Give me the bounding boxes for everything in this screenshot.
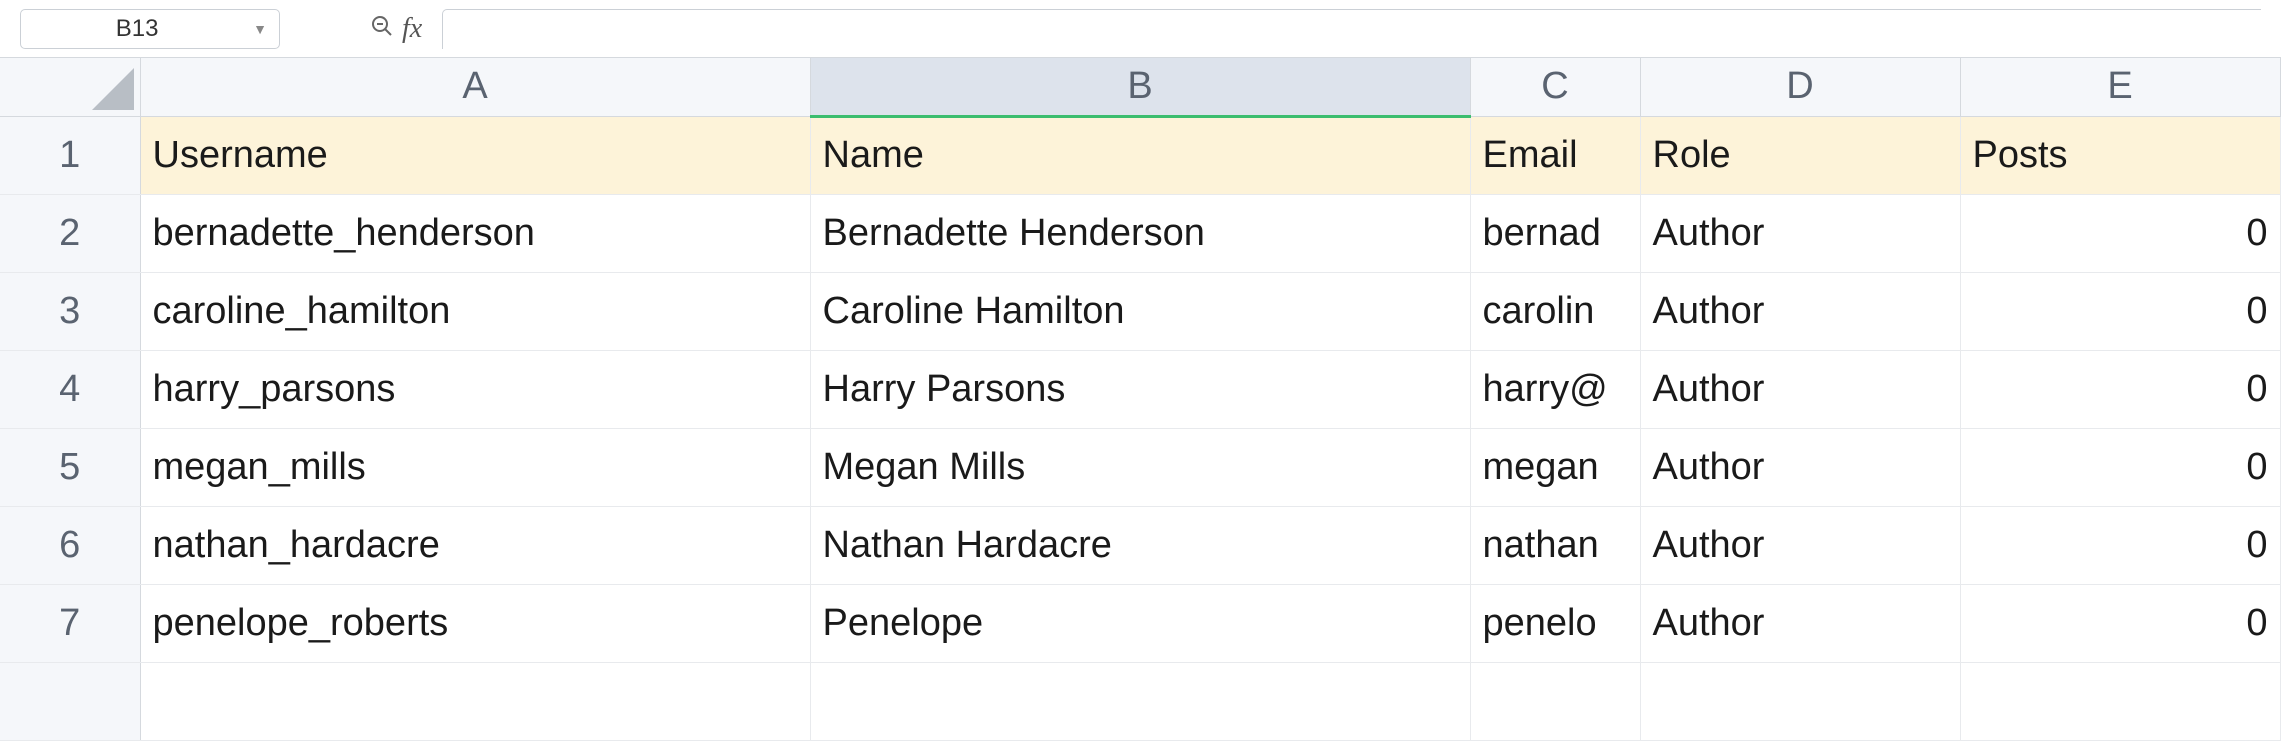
cell-B2[interactable]: Bernadette Henderson	[810, 194, 1470, 272]
cell-C7[interactable]: penelo	[1470, 584, 1640, 662]
cell-C1[interactable]: Email	[1470, 116, 1640, 194]
cell-A8[interactable]	[140, 662, 810, 740]
row-header-2[interactable]: 2	[0, 194, 140, 272]
cell-A1[interactable]: Username	[140, 116, 810, 194]
column-header-D[interactable]: D	[1640, 58, 1960, 116]
cell-E6[interactable]: 0	[1960, 506, 2280, 584]
cell-D6[interactable]: Author	[1640, 506, 1960, 584]
row-header-4[interactable]: 4	[0, 350, 140, 428]
cell-D4[interactable]: Author	[1640, 350, 1960, 428]
cell-B1[interactable]: Name	[810, 116, 1470, 194]
cell-A6[interactable]: nathan_hardacre	[140, 506, 810, 584]
cell-E3[interactable]: 0	[1960, 272, 2280, 350]
cell-B4[interactable]: Harry Parsons	[810, 350, 1470, 428]
cell-B7[interactable]: Penelope	[810, 584, 1470, 662]
cell-reference-text: B13	[21, 15, 253, 43]
cell-B3[interactable]: Caroline Hamilton	[810, 272, 1470, 350]
cell-B6[interactable]: Nathan Hardacre	[810, 506, 1470, 584]
cell-D7[interactable]: Author	[1640, 584, 1960, 662]
cell-C5[interactable]: megan	[1470, 428, 1640, 506]
cell-A4[interactable]: harry_parsons	[140, 350, 810, 428]
cell-E1[interactable]: Posts	[1960, 116, 2280, 194]
cell-C3[interactable]: carolin	[1470, 272, 1640, 350]
cell-C6[interactable]: nathan	[1470, 506, 1640, 584]
fx-label: fx	[402, 13, 422, 45]
cell-C8[interactable]	[1470, 662, 1640, 740]
cell-B5[interactable]: Megan Mills	[810, 428, 1470, 506]
cell-E5[interactable]: 0	[1960, 428, 2280, 506]
select-all-corner[interactable]	[0, 58, 140, 116]
spreadsheet-grid: A B C D E 1 Username Name Email Role Pos…	[0, 58, 2281, 741]
formula-bar: B13 ▼ fx	[0, 0, 2281, 58]
dropdown-arrow-icon[interactable]: ▼	[253, 21, 267, 37]
row-header-8[interactable]	[0, 662, 140, 740]
cell-E2[interactable]: 0	[1960, 194, 2280, 272]
cell-B8[interactable]	[810, 662, 1470, 740]
formula-input[interactable]	[442, 9, 2261, 49]
cell-A5[interactable]: megan_mills	[140, 428, 810, 506]
zoom-out-icon[interactable]	[370, 14, 394, 44]
cell-C2[interactable]: bernad	[1470, 194, 1640, 272]
cell-D1[interactable]: Role	[1640, 116, 1960, 194]
column-header-C[interactable]: C	[1470, 58, 1640, 116]
cell-E8[interactable]	[1960, 662, 2280, 740]
cell-A7[interactable]: penelope_roberts	[140, 584, 810, 662]
row-header-6[interactable]: 6	[0, 506, 140, 584]
cell-C4[interactable]: harry@	[1470, 350, 1640, 428]
cell-D3[interactable]: Author	[1640, 272, 1960, 350]
fx-group: fx	[370, 13, 422, 45]
column-header-B[interactable]: B	[810, 58, 1470, 116]
row-header-5[interactable]: 5	[0, 428, 140, 506]
cell-A3[interactable]: caroline_hamilton	[140, 272, 810, 350]
row-header-3[interactable]: 3	[0, 272, 140, 350]
cell-D5[interactable]: Author	[1640, 428, 1960, 506]
cell-D2[interactable]: Author	[1640, 194, 1960, 272]
cell-reference-box[interactable]: B13 ▼	[20, 9, 280, 49]
cell-A2[interactable]: bernadette_henderson	[140, 194, 810, 272]
corner-triangle-icon	[92, 68, 134, 110]
column-header-E[interactable]: E	[1960, 58, 2280, 116]
cell-E7[interactable]: 0	[1960, 584, 2280, 662]
column-header-A[interactable]: A	[140, 58, 810, 116]
row-header-1[interactable]: 1	[0, 116, 140, 194]
row-header-7[interactable]: 7	[0, 584, 140, 662]
cell-E4[interactable]: 0	[1960, 350, 2280, 428]
cell-D8[interactable]	[1640, 662, 1960, 740]
